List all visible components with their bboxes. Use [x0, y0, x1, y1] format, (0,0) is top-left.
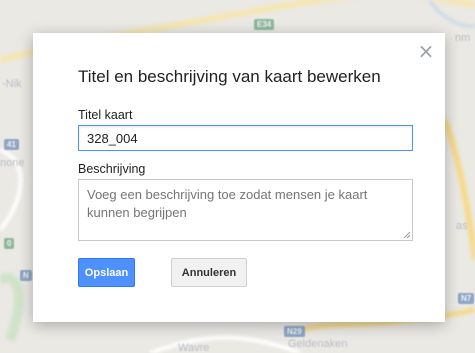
map-title-input[interactable]	[78, 125, 413, 151]
road-shield: N	[20, 270, 32, 281]
road-shield: N29	[284, 326, 305, 337]
map-label: Geldenaken	[288, 338, 348, 350]
map-label: as	[456, 220, 468, 232]
map-label: nm	[455, 32, 471, 44]
description-textarea[interactable]	[78, 179, 413, 241]
cancel-button[interactable]: Annuleren	[171, 258, 247, 287]
road-shield: 0	[4, 238, 15, 249]
dialog-title: Titel en beschrijving van kaart bewerken	[78, 67, 381, 86]
edit-map-dialog: × Titel en beschrijving van kaart bewerk…	[33, 33, 445, 322]
road-shield: 41	[4, 139, 19, 150]
resize-grip-icon[interactable]	[403, 231, 411, 239]
map-label: none	[0, 157, 25, 169]
road-shield: E34	[254, 19, 275, 30]
map-title-label: Titel kaart	[78, 108, 133, 122]
close-icon[interactable]: ×	[417, 41, 435, 61]
save-button[interactable]: Opslaan	[78, 258, 135, 287]
road-shield: N7	[458, 293, 475, 304]
map-label: Wavre	[178, 342, 210, 353]
map-label: -Nik	[2, 78, 22, 90]
description-label: Beschrijving	[78, 162, 146, 176]
